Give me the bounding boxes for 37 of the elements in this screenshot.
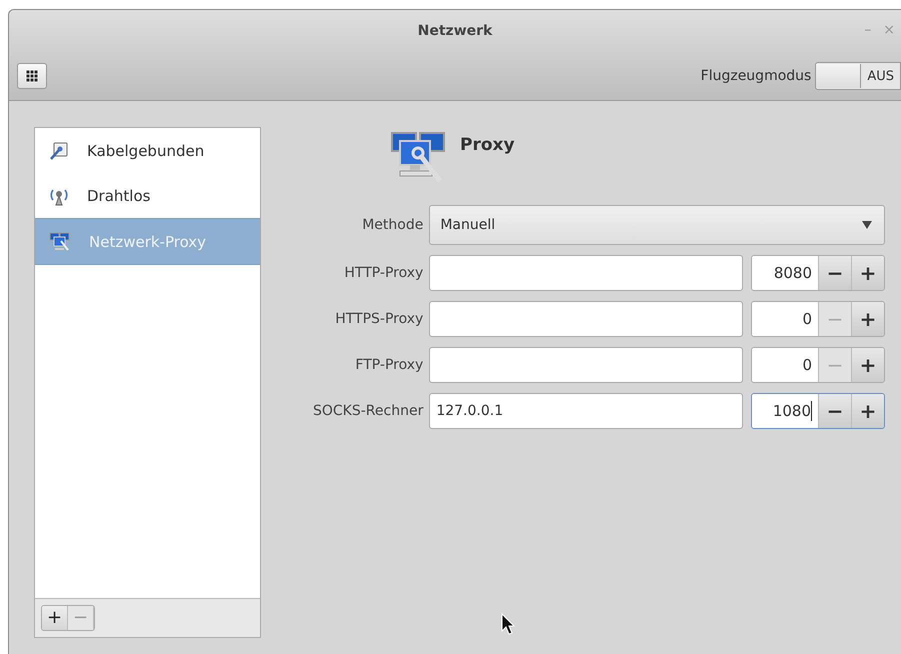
method-dropdown[interactable]: Manuell	[429, 205, 885, 245]
host-input-field[interactable]	[429, 255, 743, 291]
decrement-button[interactable]: −	[818, 394, 851, 428]
decrement-button[interactable]: −	[818, 256, 851, 290]
panel-title: Proxy	[460, 135, 515, 155]
dropdown-caret-icon	[862, 221, 872, 229]
port-value: 0	[802, 356, 812, 374]
mouse-pointer-icon	[501, 613, 517, 637]
field-label: HTTP-Proxy	[344, 265, 424, 281]
app-grid-button[interactable]	[17, 63, 47, 89]
field-label: HTTPS-Proxy	[335, 311, 424, 327]
field-label: SOCKS-Rechner	[313, 403, 424, 419]
increment-button[interactable]: +	[851, 302, 884, 336]
plug-icon	[49, 140, 69, 160]
port-spin-field[interactable]: 8080 − +	[751, 255, 885, 291]
port-value: 0	[802, 310, 812, 328]
increment-button[interactable]: +	[851, 256, 884, 290]
window-title: Netzwerk	[418, 23, 492, 39]
port-spin-field[interactable]: 0 − +	[751, 301, 885, 337]
port-spin-field[interactable]: 1080 − +	[751, 393, 885, 429]
host-input-field[interactable]	[429, 347, 743, 383]
field-label: Methode	[362, 217, 424, 233]
field-label: FTP-Proxy	[355, 357, 424, 373]
airplane-mode-label: Flugzeugmodus	[700, 68, 812, 84]
host-input-field[interactable]: 127.0.0.1	[429, 393, 743, 429]
grid-icon	[26, 70, 38, 82]
add-button[interactable]: +	[42, 606, 68, 630]
sidebar-item[interactable]: Drahtlos	[35, 173, 260, 218]
increment-button[interactable]: +	[851, 348, 884, 382]
sidebar-item[interactable]: Kabelgebunden	[35, 128, 260, 173]
host-input-field[interactable]	[429, 301, 743, 337]
computers-icon	[49, 232, 71, 252]
increment-button[interactable]: +	[851, 394, 884, 428]
port-spin-field[interactable]: 0 − +	[751, 347, 885, 383]
port-value: 1080	[772, 402, 811, 420]
port-value: 8080	[774, 264, 812, 282]
airplane-mode-switch[interactable]: AUS	[815, 62, 901, 90]
